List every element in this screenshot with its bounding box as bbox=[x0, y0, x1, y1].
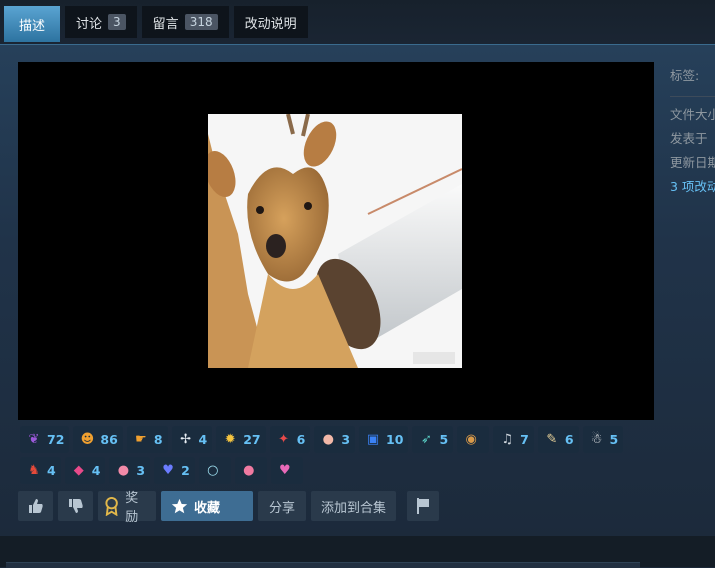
flag-icon bbox=[417, 498, 429, 514]
comment-area-edge bbox=[6, 562, 640, 568]
discussions-count-badge: 3 bbox=[108, 14, 126, 30]
sidebar-divider bbox=[670, 96, 715, 97]
add-to-collection-button[interactable]: 添加到合集 bbox=[311, 491, 396, 521]
award-item[interactable]: ✹ 27 bbox=[216, 426, 266, 453]
award-item[interactable]: ✦ 6 bbox=[269, 426, 311, 453]
thumbs-down-icon bbox=[68, 499, 83, 513]
cookie-icon: ◉ bbox=[465, 432, 477, 447]
pink-blob-icon: ● bbox=[243, 463, 255, 478]
thumbs-up-button[interactable] bbox=[18, 491, 53, 521]
award-item[interactable]: ▣ 10 bbox=[359, 426, 409, 453]
thumbs-up-icon bbox=[28, 499, 43, 513]
white-wings-icon: ✢ bbox=[180, 432, 191, 447]
headphones-icon: ♫ bbox=[501, 432, 513, 447]
tab-discussions[interactable]: 讨论 3 bbox=[65, 6, 137, 38]
pig-icon: ● bbox=[117, 463, 130, 478]
file-size-label: 文件大小 bbox=[670, 107, 715, 122]
orange-hand-icon: ☛ bbox=[134, 432, 147, 447]
favorite-button[interactable]: 收藏 bbox=[161, 491, 253, 521]
award-item[interactable]: ♥ bbox=[270, 457, 303, 484]
award-button[interactable]: 奖励 bbox=[98, 491, 156, 525]
award-count: 6 bbox=[564, 432, 574, 447]
tab-comments-label: 留言 bbox=[152, 16, 179, 32]
tab-bar: 描述 讨论 3 留言 318 改动说明 bbox=[0, 0, 715, 44]
award-item[interactable]: ○ bbox=[198, 457, 231, 484]
tags-label: 标签: bbox=[670, 68, 700, 83]
screaming-face-icon: ☻ bbox=[80, 432, 95, 447]
award-item[interactable]: ◆ 4 bbox=[64, 457, 106, 484]
award-count: 27 bbox=[243, 432, 261, 447]
award-item[interactable]: ♥ 2 bbox=[154, 457, 195, 484]
sun-sparkle-icon: ✹ bbox=[224, 432, 236, 447]
action-bar: 奖励 收藏 分享 添加到合集 bbox=[18, 491, 439, 525]
wolf-icon: ♥ bbox=[162, 463, 174, 478]
rocket-icon: ➶ bbox=[420, 432, 432, 447]
award-item[interactable]: ❦ 72 bbox=[20, 426, 70, 453]
fish-icon: ◆ bbox=[73, 463, 84, 478]
award-count: 5 bbox=[609, 432, 619, 447]
award-item[interactable]: ● bbox=[234, 457, 267, 484]
award-item[interactable]: ☻ 86 bbox=[73, 426, 123, 453]
award-item[interactable]: ✎ 6 bbox=[537, 426, 579, 453]
tab-description-label: 描述 bbox=[19, 18, 46, 34]
brain-icon: ● bbox=[322, 432, 334, 447]
tab-change-notes-label: 改动说明 bbox=[244, 16, 297, 32]
medal-icon bbox=[105, 496, 118, 516]
award-count: 4 bbox=[47, 463, 56, 478]
favorite-button-label: 收藏 bbox=[194, 500, 221, 516]
red-bolt-icon: ✦ bbox=[278, 432, 290, 447]
award-item[interactable]: ● 3 bbox=[314, 426, 356, 453]
thumbs-down-button[interactable] bbox=[58, 491, 93, 521]
purple-wings-icon: ❦ bbox=[28, 432, 40, 447]
award-count: 86 bbox=[100, 432, 118, 447]
tab-description[interactable]: 描述 bbox=[4, 6, 61, 42]
award-count: 2 bbox=[181, 463, 190, 478]
add-to-collection-label: 添加到合集 bbox=[321, 500, 387, 516]
preview-image-deer bbox=[208, 114, 462, 368]
award-count: 4 bbox=[198, 432, 208, 447]
pink-heart-icon: ♥ bbox=[278, 463, 291, 478]
award-item[interactable]: ➶ 5 bbox=[412, 426, 454, 453]
bubble-icon: ○ bbox=[207, 463, 219, 478]
award-count: 5 bbox=[439, 432, 449, 447]
comments-count-badge: 318 bbox=[184, 14, 218, 30]
award-count: 7 bbox=[520, 432, 529, 447]
rooster-icon: ♞ bbox=[28, 463, 40, 478]
award-count: 3 bbox=[341, 432, 351, 447]
award-count: 10 bbox=[386, 432, 404, 447]
award-item[interactable]: ♫ 7 bbox=[493, 426, 534, 453]
details-sidebar: 标签: 文件大小 发表于 更新日期 3 项改动 bbox=[670, 64, 715, 199]
award-item[interactable]: ☃ 5 bbox=[582, 426, 624, 453]
share-button-label: 分享 bbox=[268, 500, 295, 516]
award-item[interactable]: ● 3 bbox=[109, 457, 151, 484]
award-item[interactable]: ◉ bbox=[457, 426, 490, 453]
awards-bar: ❦ 72 ☻ 86 ☛ 8 ✢ 4 ✹ 27 ✦ 6 ● 3 ▣ 10 ➶ 5 ◉ ♫ 7 ✎ 6 ☃ 5 ♞ 4 ◆ 4 ● 3 ♥ 2 ○ ● ♥ bbox=[20, 426, 660, 484]
tab-change-notes[interactable]: 改动说明 bbox=[233, 6, 308, 38]
award-item[interactable]: ♞ 4 bbox=[20, 457, 61, 484]
scroll-icon: ✎ bbox=[546, 432, 558, 447]
award-count: 8 bbox=[153, 432, 163, 447]
treasure-chest-icon: ▣ bbox=[366, 432, 380, 447]
video-preview[interactable] bbox=[18, 62, 654, 420]
award-count: 4 bbox=[91, 463, 101, 478]
award-count: 3 bbox=[136, 463, 146, 478]
snowman-icon: ☃ bbox=[590, 432, 603, 447]
tab-discussions-label: 讨论 bbox=[76, 16, 103, 32]
award-button-label: 奖励 bbox=[125, 491, 139, 525]
share-button[interactable]: 分享 bbox=[258, 491, 306, 521]
change-notes-link[interactable]: 3 项改动 bbox=[670, 175, 715, 199]
award-item[interactable]: ☛ 8 bbox=[126, 426, 168, 453]
tab-comments[interactable]: 留言 318 bbox=[141, 6, 229, 38]
award-count: 72 bbox=[47, 432, 65, 447]
star-icon bbox=[171, 498, 188, 513]
award-item[interactable]: ✢ 4 bbox=[171, 426, 213, 453]
report-flag-button[interactable] bbox=[407, 491, 439, 521]
award-count: 6 bbox=[296, 432, 306, 447]
updated-label: 更新日期 bbox=[670, 155, 715, 170]
deer-image bbox=[208, 114, 462, 368]
posted-label: 发表于 bbox=[670, 131, 708, 146]
